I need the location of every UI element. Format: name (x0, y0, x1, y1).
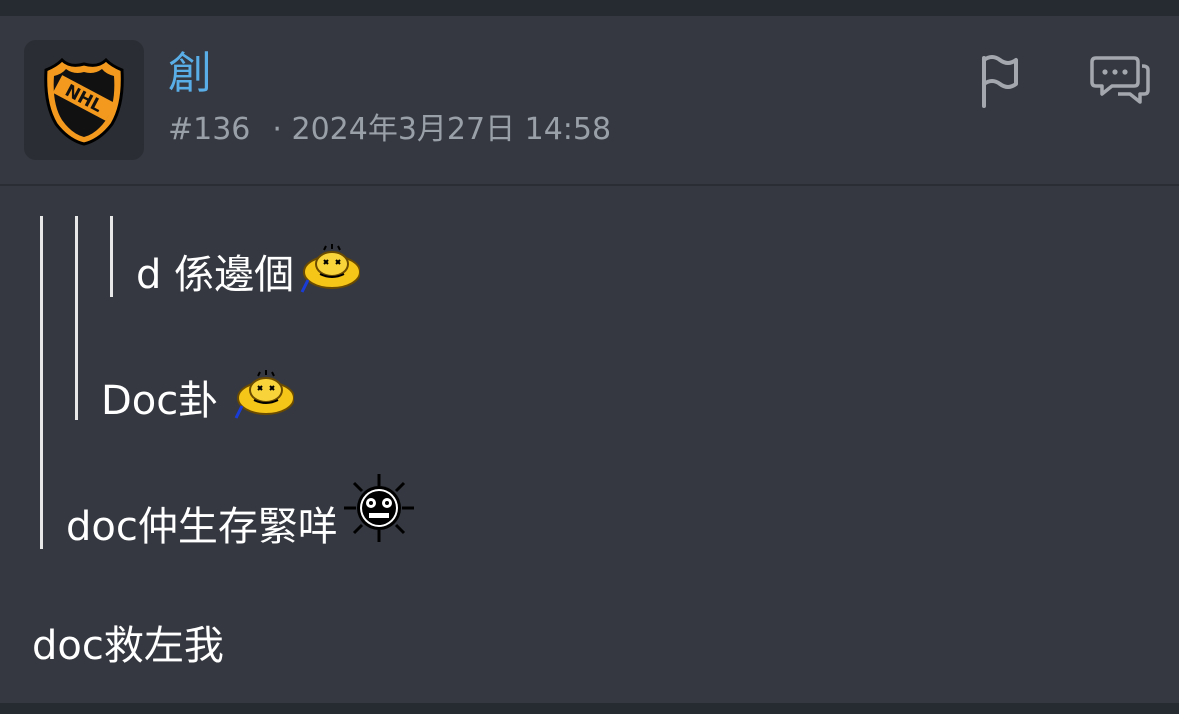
quote-level3: d 係邊個 (136, 242, 362, 307)
quote-level1-text: doc仲生存緊咩 (66, 503, 338, 550)
quote-level1: doc仲生存緊咩 (66, 474, 416, 557)
username[interactable]: 創 (168, 46, 212, 102)
sick-face-emoji (232, 368, 296, 433)
header-divider (0, 184, 1179, 186)
shocked-face-emoji (342, 472, 416, 557)
comment-icon (1090, 56, 1150, 104)
sick-face-emoji (298, 242, 362, 307)
post-body-text: doc救左我 (32, 620, 224, 672)
quote-bar-level2 (75, 216, 78, 420)
top-bar (0, 0, 1179, 16)
floor-number: #136 (168, 112, 251, 147)
report-button[interactable] (972, 50, 1028, 110)
bottom-bar (0, 703, 1179, 714)
quote-bar-level1 (40, 216, 43, 549)
post-meta: #136 · 2024年3月27日 14:58 (168, 112, 611, 148)
quote-level3-text: d 係邊個 (136, 251, 295, 298)
quote-level2-text: Doc卦 (101, 377, 219, 424)
nhl-logo-icon: NHL (44, 57, 124, 146)
reply-button[interactable] (1088, 50, 1152, 110)
timestamp: · 2024年3月27日 14:58 (272, 112, 612, 147)
flag-icon (982, 55, 1018, 108)
body-text: doc救左我 (32, 623, 224, 669)
post-card: NHL 創 #136 · 2024年3月27日 14:58 d 係邊個 Doc卦… (0, 16, 1179, 703)
quote-bar-level3 (110, 216, 113, 297)
avatar[interactable]: NHL (24, 40, 144, 160)
quote-level2: Doc卦 (101, 368, 296, 433)
